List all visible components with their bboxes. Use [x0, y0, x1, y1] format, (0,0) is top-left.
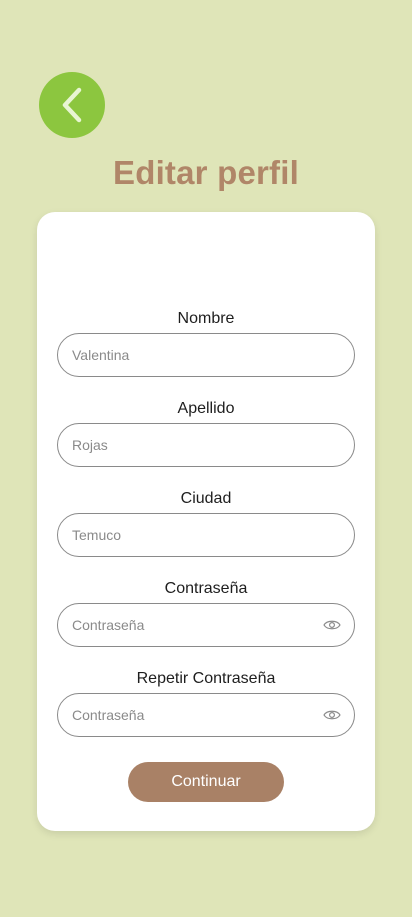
city-label: Ciudad — [180, 490, 232, 507]
city-field[interactable]: Temuco — [57, 513, 355, 557]
repeat-password-field[interactable]: Contraseña — [57, 693, 355, 737]
repeat-password-label: Repetir Contraseña — [136, 670, 276, 687]
back-button[interactable] — [39, 72, 105, 138]
name-field[interactable]: Valentina — [57, 333, 355, 377]
lastname-value: Rojas — [72, 437, 108, 453]
continue-button[interactable]: Continuar — [128, 762, 284, 802]
lastname-label: Apellido — [177, 400, 235, 417]
chevron-left-icon — [62, 87, 82, 123]
eye-icon[interactable] — [323, 709, 341, 721]
lastname-field[interactable]: Rojas — [57, 423, 355, 467]
eye-icon[interactable] — [323, 619, 341, 631]
repeat-password-placeholder: Contraseña — [72, 707, 145, 723]
password-placeholder: Contraseña — [72, 617, 145, 633]
name-value: Valentina — [72, 347, 130, 363]
profile-form-card: Nombre Valentina Apellido Rojas Ciudad T… — [37, 212, 375, 831]
password-field[interactable]: Contraseña — [57, 603, 355, 647]
password-label: Contraseña — [164, 580, 248, 597]
name-label: Nombre — [177, 310, 235, 327]
page-title: Editar perfil — [113, 154, 299, 191]
city-value: Temuco — [72, 527, 122, 543]
